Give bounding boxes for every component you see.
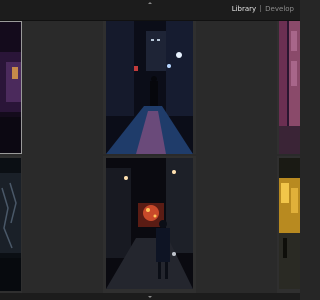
photo-thumbnail[interactable] [106,158,193,289]
collapse-top-panel-icon[interactable] [148,2,152,4]
module-develop[interactable]: Develop [265,5,294,13]
photo-thumbnail[interactable] [0,21,22,154]
photo-thumbnail[interactable] [106,21,193,154]
module-picker: Library Develop [232,5,294,14]
photo-thumbnail[interactable] [279,21,300,154]
module-separator [260,5,262,12]
grid-cell[interactable] [103,21,196,154]
photo-grid [0,21,300,293]
photo-thumbnail[interactable] [0,158,21,291]
grid-cell[interactable] [0,156,22,293]
top-panel: Library Develop [0,0,300,21]
bottom-panel [0,293,300,300]
collapse-bottom-panel-icon[interactable] [148,296,152,298]
photo-thumbnail[interactable] [279,158,300,289]
grid-cell[interactable] [277,156,300,293]
grid-cell[interactable] [103,156,196,293]
module-library[interactable]: Library [232,5,256,13]
grid-cell[interactable] [0,21,22,154]
grid-cell[interactable] [277,21,300,154]
